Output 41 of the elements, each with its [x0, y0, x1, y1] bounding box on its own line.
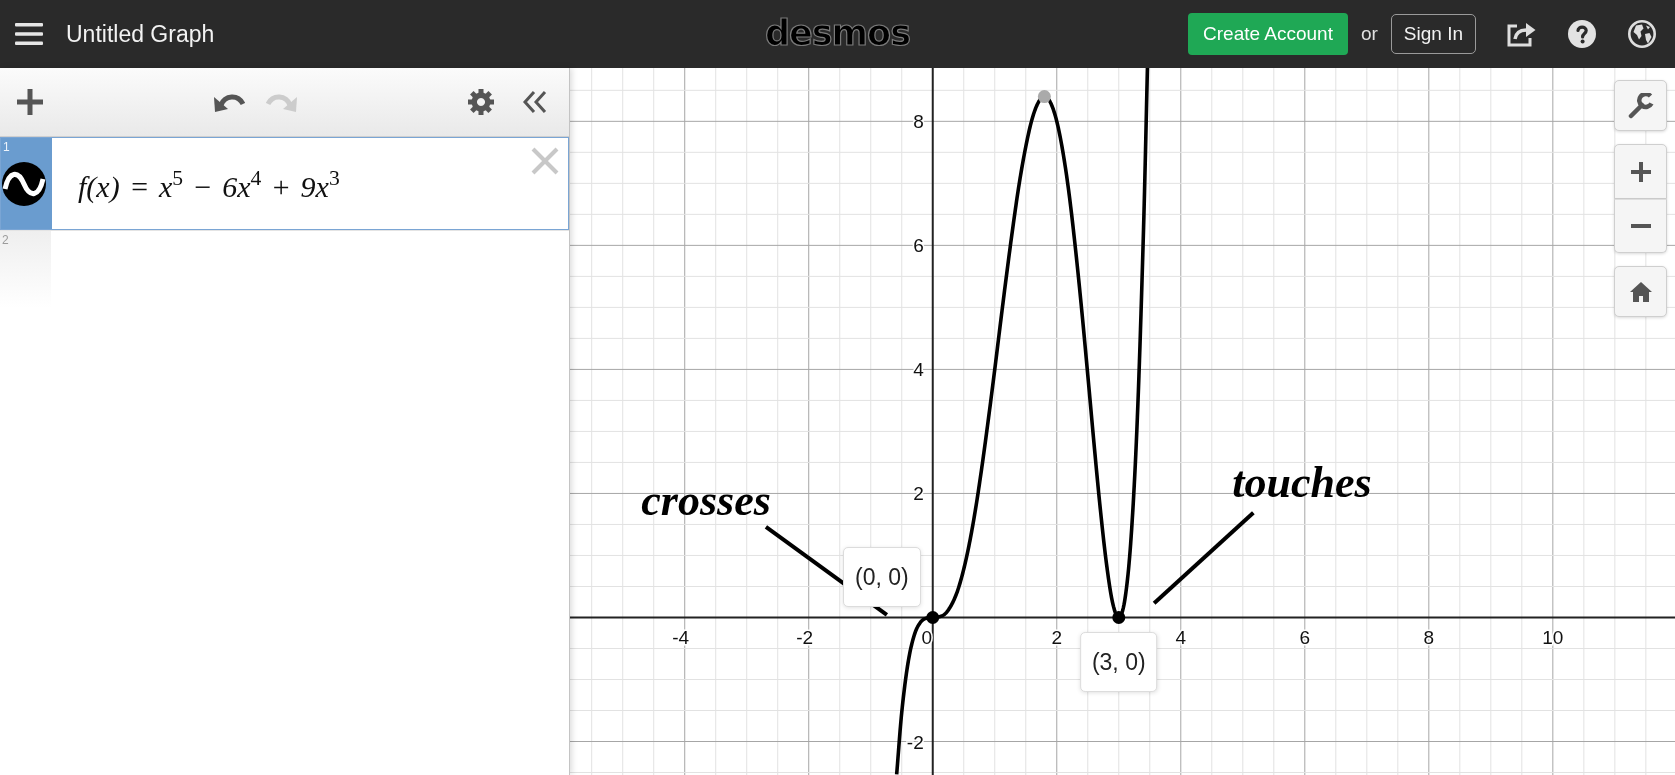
- tick-label: -2: [796, 627, 814, 649]
- plus-icon[interactable]: [17, 89, 43, 115]
- share-icon[interactable]: [1506, 21, 1536, 47]
- graph-area[interactable]: -4 -2 0 2 4 6 8 10 -2 2 4 6 8 crosses touches (0, 0) (3, 0): [570, 68, 1675, 775]
- tick-label: 6: [913, 235, 924, 257]
- tick-label: 6: [1299, 627, 1311, 649]
- annotation-text: crosses: [641, 476, 771, 526]
- home-button[interactable]: [1614, 266, 1667, 317]
- coordinate-label: (0, 0): [843, 547, 921, 608]
- sign-in-button[interactable]: Sign In: [1390, 14, 1476, 54]
- expression-number: 2: [2, 233, 9, 247]
- wave-icon[interactable]: [2, 162, 46, 206]
- double-chevron-left-icon[interactable]: [522, 90, 547, 114]
- zoom-out-button[interactable]: [1614, 199, 1667, 253]
- tick-label: 10: [1542, 627, 1564, 649]
- annotation-text: touches: [1232, 458, 1372, 508]
- tick-label: 8: [1423, 627, 1435, 649]
- tick-label: 4: [1175, 627, 1187, 649]
- coordinate-label: (3, 0): [1079, 632, 1158, 693]
- plus-icon: [1630, 161, 1651, 182]
- graph-settings-button[interactable]: [1614, 80, 1667, 131]
- zoom-in-button[interactable]: [1614, 144, 1667, 199]
- tick-label: 8: [913, 111, 924, 133]
- tick-label: -2: [906, 731, 924, 753]
- gear-icon[interactable]: [468, 89, 494, 115]
- minus-icon: [1630, 224, 1651, 228]
- tick-label: 4: [913, 359, 924, 381]
- menu-icon[interactable]: [15, 22, 43, 46]
- home-icon: [1628, 280, 1653, 303]
- wrench-icon: [1627, 92, 1654, 119]
- logo-text: desmos: [765, 15, 910, 53]
- expression-number: 1: [3, 140, 10, 154]
- tick-label: 0: [921, 627, 933, 649]
- expression-row[interactable]: 1 f(x) = x$^{5}$ − 6x$^{4}$ + 9x$^{3}$: [0, 137, 569, 230]
- tick-label: 2: [1051, 627, 1063, 649]
- or-text: or: [1360, 23, 1378, 45]
- tick-label: -4: [672, 627, 690, 649]
- globe-icon[interactable]: [1628, 20, 1656, 48]
- tick-label: 2: [913, 483, 924, 505]
- help-icon[interactable]: [1568, 20, 1596, 48]
- graph-title[interactable]: Untitled Graph: [66, 20, 215, 48]
